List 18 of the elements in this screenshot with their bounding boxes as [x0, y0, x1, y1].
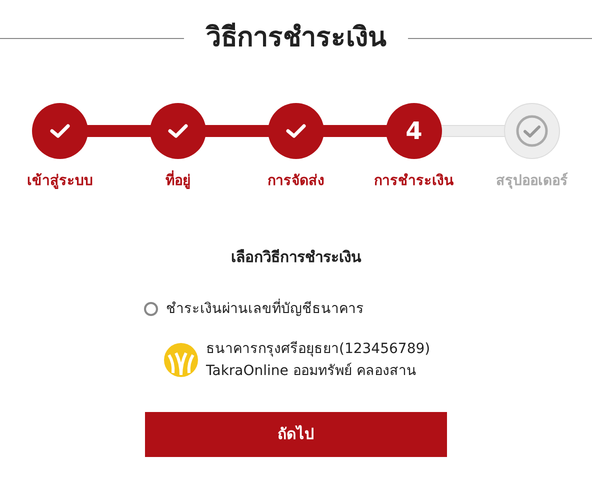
- step-label: สรุปออเดอร์: [496, 172, 568, 191]
- check-icon: [285, 122, 307, 140]
- section-heading: เลือกวิธีการชำระเงิน: [231, 247, 361, 268]
- step-label: การจัดส่ง: [268, 172, 324, 191]
- payment-option[interactable]: ชำระเงินผ่านเลขที่บัญชีธนาคาร: [144, 298, 592, 320]
- step-label: เข้าสู่ระบบ: [27, 172, 93, 191]
- step-label: ที่อยู่: [166, 171, 190, 192]
- radio-button[interactable]: [144, 302, 158, 316]
- step-label: การชำระเงิน: [374, 172, 454, 191]
- check-icon: [49, 122, 71, 140]
- bank-account: TakraOnline ออมทรัพย์ คลองสาน: [206, 362, 418, 380]
- check-icon: [167, 122, 189, 140]
- step-number: 4: [406, 119, 422, 143]
- circled-check-icon: [515, 114, 549, 148]
- page-title: วิธีการชำระเงิน: [204, 21, 388, 55]
- bank-name: ธนาคารกรุงศรีอยุธยา(123456789): [206, 340, 430, 359]
- next-button[interactable]: ถัดไป: [145, 412, 447, 456]
- bank-logo-icon: [164, 342, 198, 376]
